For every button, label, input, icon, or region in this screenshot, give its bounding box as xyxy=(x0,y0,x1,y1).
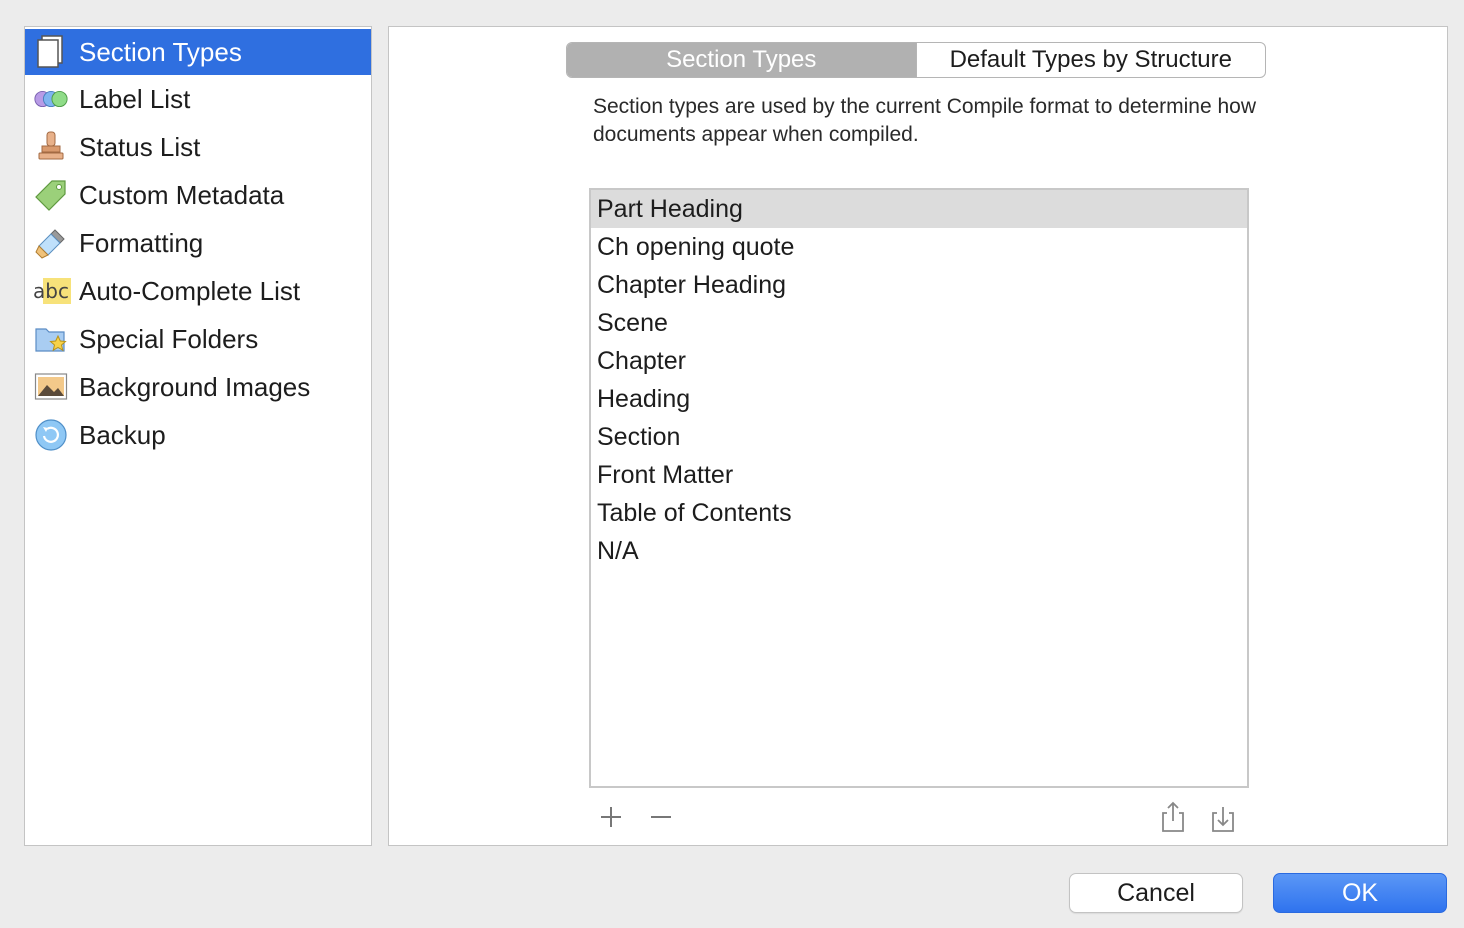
plus-icon xyxy=(601,807,621,827)
sidebar-item-label: Custom Metadata xyxy=(79,179,285,210)
sidebar-item-label: Section Types xyxy=(79,36,242,67)
list-item[interactable]: Section xyxy=(591,418,1247,456)
sidebar-item-special-folders[interactable]: Special Folders xyxy=(25,315,371,363)
tab-default-types-by-structure[interactable]: Default Types by Structure xyxy=(915,43,1266,77)
paintbrush-icon xyxy=(33,225,69,261)
document-icon xyxy=(33,34,69,70)
sidebar-item-section-types[interactable]: Section Types xyxy=(25,29,371,75)
cancel-button[interactable]: Cancel xyxy=(1069,873,1243,913)
sidebar-item-formatting[interactable]: Formatting xyxy=(25,219,371,267)
list-item[interactable]: Ch opening quote xyxy=(591,228,1247,266)
list-item[interactable]: Chapter xyxy=(591,342,1247,380)
share-icon xyxy=(1162,801,1184,832)
sidebar-item-label: Formatting xyxy=(79,227,204,258)
list-item[interactable]: Scene xyxy=(591,304,1247,342)
list-item[interactable]: Heading xyxy=(591,380,1247,418)
list-item[interactable]: Table of Contents xyxy=(591,494,1247,532)
export-button[interactable] xyxy=(1153,797,1193,837)
list-item[interactable]: N/A xyxy=(591,532,1247,570)
color-circles-icon xyxy=(33,81,69,117)
tag-icon xyxy=(33,177,69,213)
ok-button[interactable]: OK xyxy=(1273,873,1447,913)
import-button[interactable] xyxy=(1203,797,1243,837)
sidebar-item-backup[interactable]: Backup xyxy=(25,411,371,459)
abc-icon-text: abc xyxy=(31,278,71,304)
sidebar-item-label: Label List xyxy=(79,83,191,114)
list-item[interactable]: Part Heading xyxy=(591,190,1247,228)
sidebar-item-background-images[interactable]: Background Images xyxy=(25,363,371,411)
sidebar-item-label: Special Folders xyxy=(79,323,259,354)
preferences-sidebar: Section Types Label List Status List Cus… xyxy=(24,26,372,846)
tab-section-types[interactable]: Section Types xyxy=(567,43,916,77)
list-item[interactable]: Front Matter xyxy=(591,456,1247,494)
list-toolbar xyxy=(589,797,1249,837)
tab-selector: Section Types Default Types by Structure xyxy=(566,42,1266,78)
backup-icon xyxy=(33,417,69,453)
sidebar-item-label: Auto-Complete List xyxy=(79,275,301,306)
minus-icon xyxy=(651,816,671,818)
sidebar-item-label: Background Images xyxy=(79,371,311,402)
section-types-list[interactable]: Part Heading Ch opening quote Chapter He… xyxy=(589,188,1249,788)
star-folder-icon xyxy=(33,321,69,357)
sidebar-item-label: Backup xyxy=(79,419,166,450)
sidebar-item-status-list[interactable]: Status List xyxy=(25,123,371,171)
sidebar-item-label-list[interactable]: Label List xyxy=(25,75,371,123)
remove-section-type-button[interactable] xyxy=(641,797,681,837)
sidebar-item-custom-metadata[interactable]: Custom Metadata xyxy=(25,171,371,219)
section-types-description: Section types are used by the current Co… xyxy=(593,95,1256,146)
abc-icon: abc xyxy=(31,273,71,309)
list-item[interactable]: Chapter Heading xyxy=(591,266,1247,304)
import-icon xyxy=(1212,807,1234,832)
sidebar-item-auto-complete-list[interactable]: abc Auto-Complete List xyxy=(25,267,371,315)
add-section-type-button[interactable] xyxy=(591,797,631,837)
picture-icon xyxy=(33,369,69,405)
sidebar-item-label: Status List xyxy=(79,131,201,162)
stamp-icon xyxy=(33,129,69,165)
section-types-panel: Section Types Default Types by Structure… xyxy=(388,26,1448,846)
